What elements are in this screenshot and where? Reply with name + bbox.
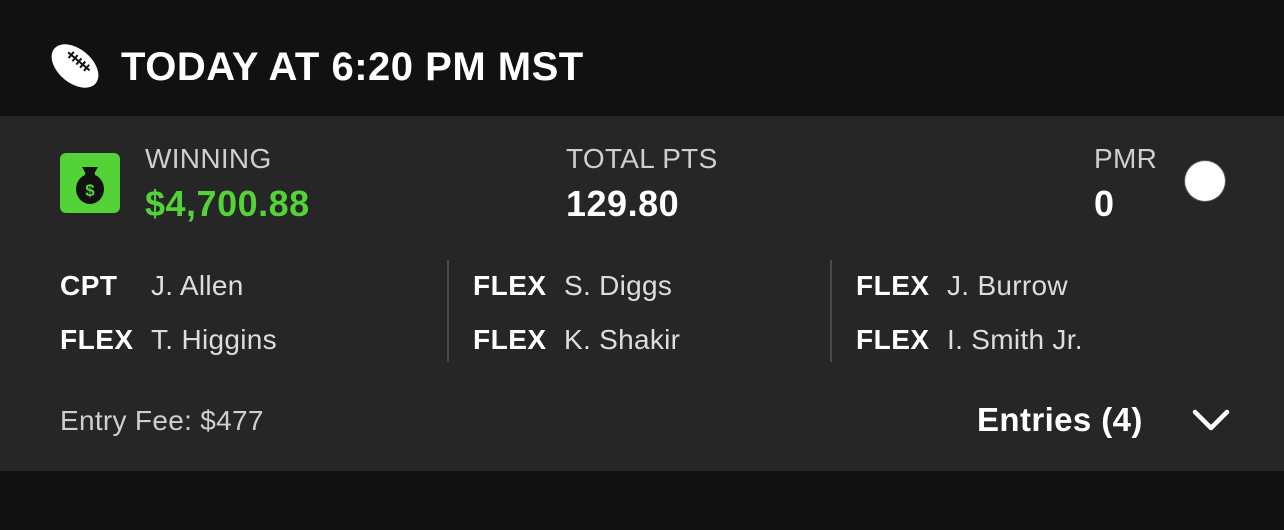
pmr-label: PMR <box>1094 143 1158 174</box>
position-label: FLEX <box>473 270 547 301</box>
player-name: J. Allen <box>151 270 244 301</box>
player-name: I. Smith Jr. <box>947 324 1083 355</box>
lineup-slot: CPT J. Allen <box>60 269 420 303</box>
svg-text:$: $ <box>85 181 95 200</box>
lineup-slot: FLEX K. Shakir <box>473 323 813 357</box>
pmr-value: 0 <box>1094 183 1115 224</box>
total-pts-value: 129.80 <box>566 183 680 224</box>
column-divider <box>830 260 832 362</box>
lineup-slot: FLEX T. Higgins <box>60 323 420 357</box>
position-label: FLEX <box>473 324 547 355</box>
column-divider <box>447 260 449 362</box>
money-bag-icon: $ <box>60 153 120 213</box>
pmr-indicator-toggle[interactable] <box>1185 161 1225 201</box>
entries-expand-button[interactable]: Entries (4) <box>977 400 1237 440</box>
lineup-slot: FLEX J. Burrow <box>856 269 1256 303</box>
entries-label: Entries (4) <box>977 401 1143 438</box>
position-label: FLEX <box>856 324 930 355</box>
position-label: FLEX <box>856 270 930 301</box>
contest-header: TODAY AT 6:20 PM MST <box>0 0 1284 116</box>
position-label: FLEX <box>60 324 134 355</box>
player-name: S. Diggs <box>564 270 673 301</box>
contest-start-time: TODAY AT 6:20 PM MST <box>121 45 584 89</box>
lineup-slot: FLEX S. Diggs <box>473 269 813 303</box>
player-name: K. Shakir <box>564 324 681 355</box>
chevron-down-icon <box>1192 409 1230 431</box>
contest-card[interactable]: $ WINNING $4,700.88 TOTAL PTS 129.80 PMR… <box>0 116 1284 471</box>
player-name: J. Burrow <box>947 270 1068 301</box>
winning-label: WINNING <box>145 143 272 174</box>
winning-value: $4,700.88 <box>145 183 310 224</box>
entry-fee: Entry Fee: $477 <box>60 405 264 436</box>
player-name: T. Higgins <box>151 324 277 355</box>
football-icon <box>51 44 99 88</box>
total-pts-label: TOTAL PTS <box>566 143 718 174</box>
position-label: CPT <box>60 270 118 301</box>
lineup-slot: FLEX I. Smith Jr. <box>856 323 1256 357</box>
